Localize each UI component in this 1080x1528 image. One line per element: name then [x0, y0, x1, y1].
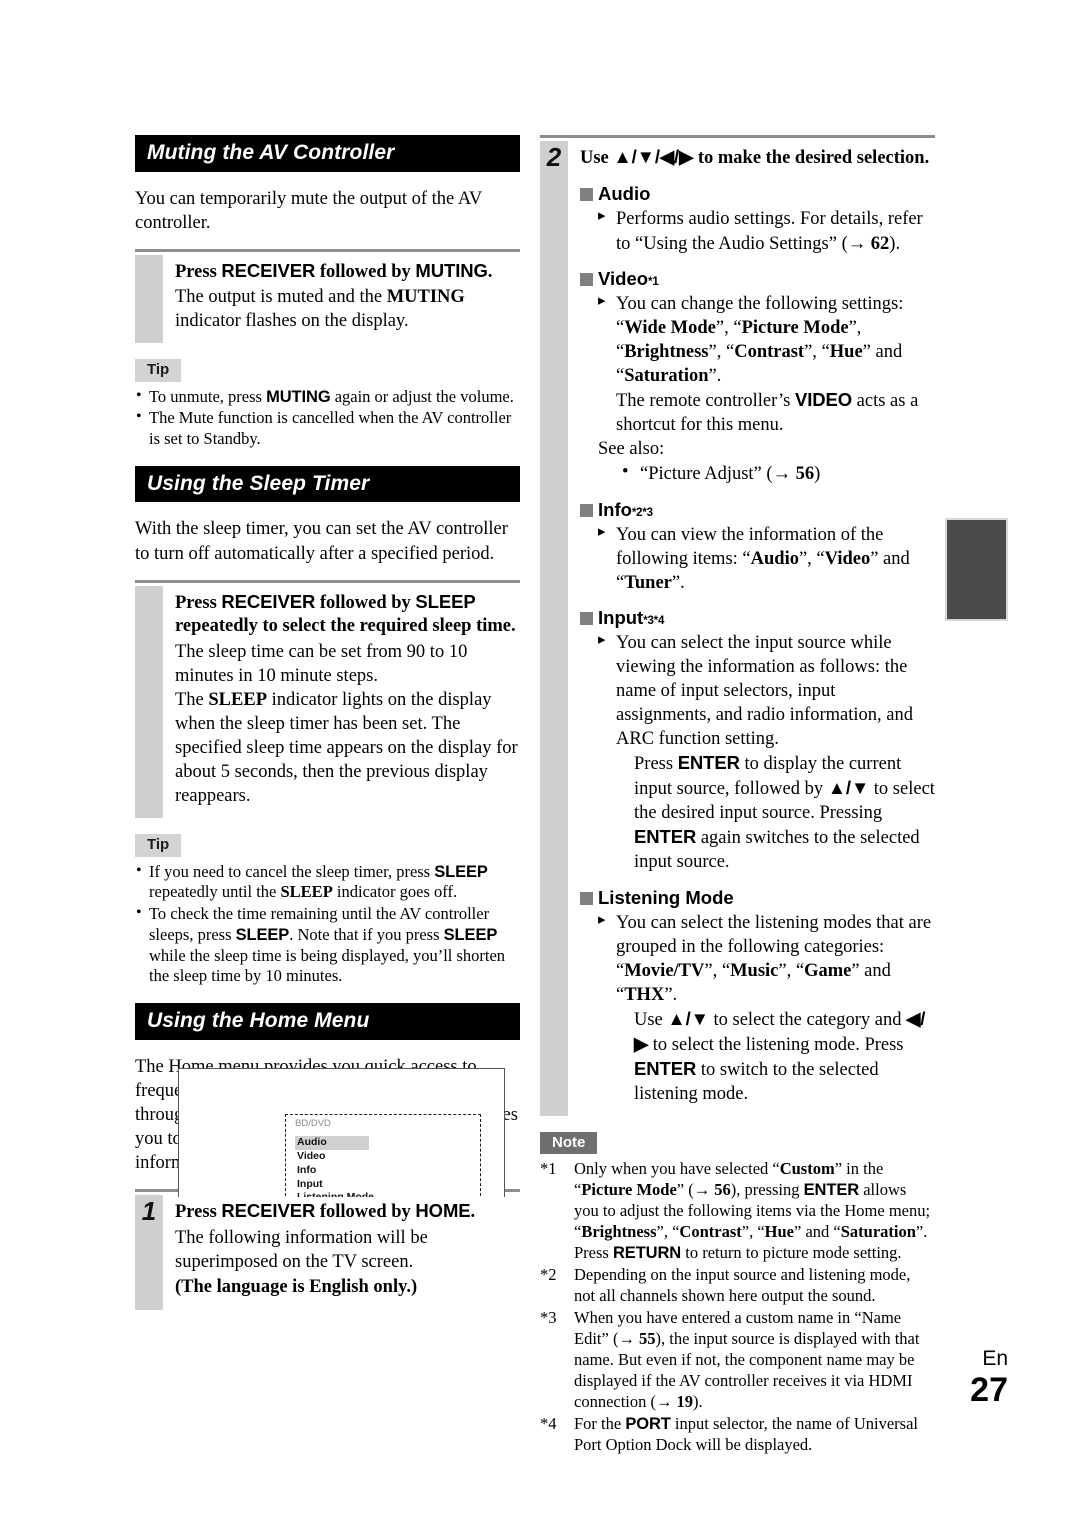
footnote-text: When you have entered a custom name in “… — [574, 1307, 920, 1411]
step-band — [135, 254, 163, 344]
item-heading-superscript: *1 — [648, 275, 659, 288]
muting-step-body: Press RECEIVER followed by MUTING. The o… — [175, 259, 520, 334]
muting-tip-block: Tip To unmute, press MUTING again or adj… — [135, 359, 520, 450]
chapter-edge-tab — [945, 518, 1008, 621]
sleep-tip-block: Tip If you need to cancel the sleep time… — [135, 834, 520, 987]
item-body-listening-mode: You can select the listening modes that … — [598, 911, 935, 1007]
muting-step-block: Press RECEIVER followed by MUTING. The o… — [135, 248, 520, 344]
tip-label: Tip — [135, 834, 182, 857]
osd-menu-item-listening-mode[interactable]: Listening Mode — [295, 1191, 480, 1197]
item-heading-label: Listening Mode — [598, 886, 734, 908]
sleep-tip-list: If you need to cancel the sleep timer, p… — [135, 861, 520, 988]
step-number-1: 1 — [141, 1195, 157, 1226]
item-heading-video: Video *1 — [580, 268, 935, 290]
item-heading-audio: Audio — [580, 183, 935, 205]
footnote-text: Only when you have selected “Custom” in … — [574, 1159, 931, 1263]
item-heading-listening-mode: Listening Mode — [580, 887, 935, 909]
item-body-info: You can view the information of the foll… — [598, 523, 935, 595]
osd-menu-item-info[interactable]: Info — [295, 1164, 480, 1178]
footnote-3: *3 When you have entered a custom name i… — [540, 1308, 935, 1413]
item-heading-label: Input — [598, 606, 644, 628]
sleep-step-block: Press RECEIVER followed by SLEEP repeate… — [135, 579, 520, 819]
item-body-listening-mode-2: Use ▲/▼ to select the category and ◀/▶ t… — [634, 1007, 926, 1105]
home-step-body: Press RECEIVER followed by HOME. The fol… — [175, 1199, 520, 1299]
item-heading-info: Info *2*3 — [580, 499, 935, 521]
list-item: To check the time remaining until the AV… — [135, 903, 520, 987]
footnote-text: Depending on the input source and listen… — [574, 1265, 911, 1306]
home-step-title: Press RECEIVER followed by HOME. — [175, 1199, 476, 1222]
square-bullet-icon — [580, 891, 593, 905]
item-body-input-2: Press ENTER to display the current input… — [634, 752, 935, 873]
sleep-intro-text: With the sleep timer, you can set the AV… — [135, 519, 508, 564]
footnote-mark: *3 — [540, 1307, 557, 1327]
item-heading-superscript: *3*4 — [643, 614, 665, 627]
sleep-step-title: Press RECEIVER followed by SLEEP repeate… — [175, 590, 516, 637]
item-body-video-2: The remote controller’s VIDEO acts as a … — [616, 389, 919, 436]
sleep-step-body: Press RECEIVER followed by SLEEP repeate… — [175, 590, 520, 809]
item-body-video: You can change the following settings: “… — [598, 292, 935, 388]
language-code: En — [982, 1347, 1008, 1370]
video-see-also-item: “Picture Adjust” (→ 56) — [622, 460, 935, 486]
home-step-language-note: (The language is English only.) — [175, 1276, 418, 1297]
note-block: Note *1 Only when you have selected “Cus… — [540, 1132, 935, 1456]
osd-menu-item-audio[interactable]: Audio — [295, 1135, 369, 1150]
item-body-audio: Performs audio settings. For details, re… — [598, 207, 935, 256]
osd-home-menu: BD/DVD Audio Video Info Input Listening … — [285, 1114, 481, 1197]
section-heading-sleep-timer: Using the Sleep Timer — [135, 465, 520, 503]
footnote-4: *4 For the PORT input selector, the name… — [540, 1414, 935, 1456]
list-item: If you need to cancel the sleep timer, p… — [135, 861, 520, 904]
section-heading-home-menu: Using the Home Menu — [135, 1003, 520, 1040]
item-heading-label: Info — [598, 498, 632, 520]
square-bullet-icon — [580, 611, 593, 625]
osd-menu-item-input[interactable]: Input — [295, 1178, 480, 1192]
list-item: The Mute function is cancelled when the … — [135, 407, 520, 450]
sleep-step-text-2: The SLEEP indicator lights on the displa… — [175, 690, 518, 807]
osd-input-source-label: BD/DVD — [295, 1118, 331, 1129]
manual-page: Muting the AV Controller You can tempora… — [0, 0, 1080, 1528]
item-heading-label: Audio — [598, 182, 651, 204]
sleep-step-text-1: The sleep time can be set from 90 to 10 … — [175, 641, 468, 686]
tv-screen-figure: BD/DVD Audio Video Info Input Listening … — [178, 1068, 505, 1197]
list-item: To unmute, press MUTING again or adjust … — [135, 386, 520, 408]
muting-intro-text: You can temporarily mute the output of t… — [135, 188, 482, 233]
page-footer: En 27 — [970, 1348, 1008, 1407]
footnote-mark: *1 — [540, 1159, 557, 1179]
step2-title: Use ▲/▼/◀/▶ to make the desired selectio… — [580, 146, 930, 168]
video-see-also-label: See also: — [598, 439, 665, 460]
footnote-mark: *2 — [540, 1265, 557, 1285]
step-band — [135, 585, 163, 819]
footnote-text: For the PORT input selector, the name of… — [574, 1413, 918, 1454]
note-label: Note — [540, 1132, 598, 1155]
section-heading-muting: Muting the AV Controller — [135, 135, 520, 172]
footnote-mark: *4 — [540, 1413, 557, 1433]
item-heading-label: Video — [598, 267, 649, 289]
item-heading-input: Input *3*4 — [580, 607, 935, 629]
home-step-block: 1 Press RECEIVER followed by HOME. The f… — [135, 1188, 520, 1311]
step2-block: 2 Use ▲/▼/◀/▶ to make the desired select… — [540, 135, 935, 1117]
item-heading-superscript: *2*3 — [631, 506, 653, 519]
muting-tip-list: To unmute, press MUTING again or adjust … — [135, 386, 520, 450]
home-step-text: The following information will be superi… — [175, 1227, 428, 1272]
footnote-2: *2 Depending on the input source and lis… — [540, 1265, 935, 1307]
step2-body: Use ▲/▼/◀/▶ to make the desired selectio… — [580, 145, 935, 1106]
item-body-input: You can select the input source while vi… — [598, 631, 935, 751]
step-number-2: 2 — [546, 142, 562, 172]
page-number: 27 — [970, 1371, 1008, 1409]
square-bullet-icon — [580, 272, 593, 286]
muting-step-title: Press RECEIVER followed by MUTING. — [175, 259, 493, 282]
square-bullet-icon — [580, 503, 593, 517]
muting-step-text: The output is muted and the MUTING indic… — [175, 287, 465, 332]
step-band — [540, 141, 568, 1117]
right-column: 2 Use ▲/▼/◀/▶ to make the desired select… — [540, 135, 935, 1457]
footnote-1: *1 Only when you have selected “Custom” … — [540, 1159, 935, 1264]
osd-menu-item-video[interactable]: Video — [295, 1150, 480, 1164]
square-bullet-icon — [580, 187, 593, 201]
tip-label: Tip — [135, 359, 182, 382]
